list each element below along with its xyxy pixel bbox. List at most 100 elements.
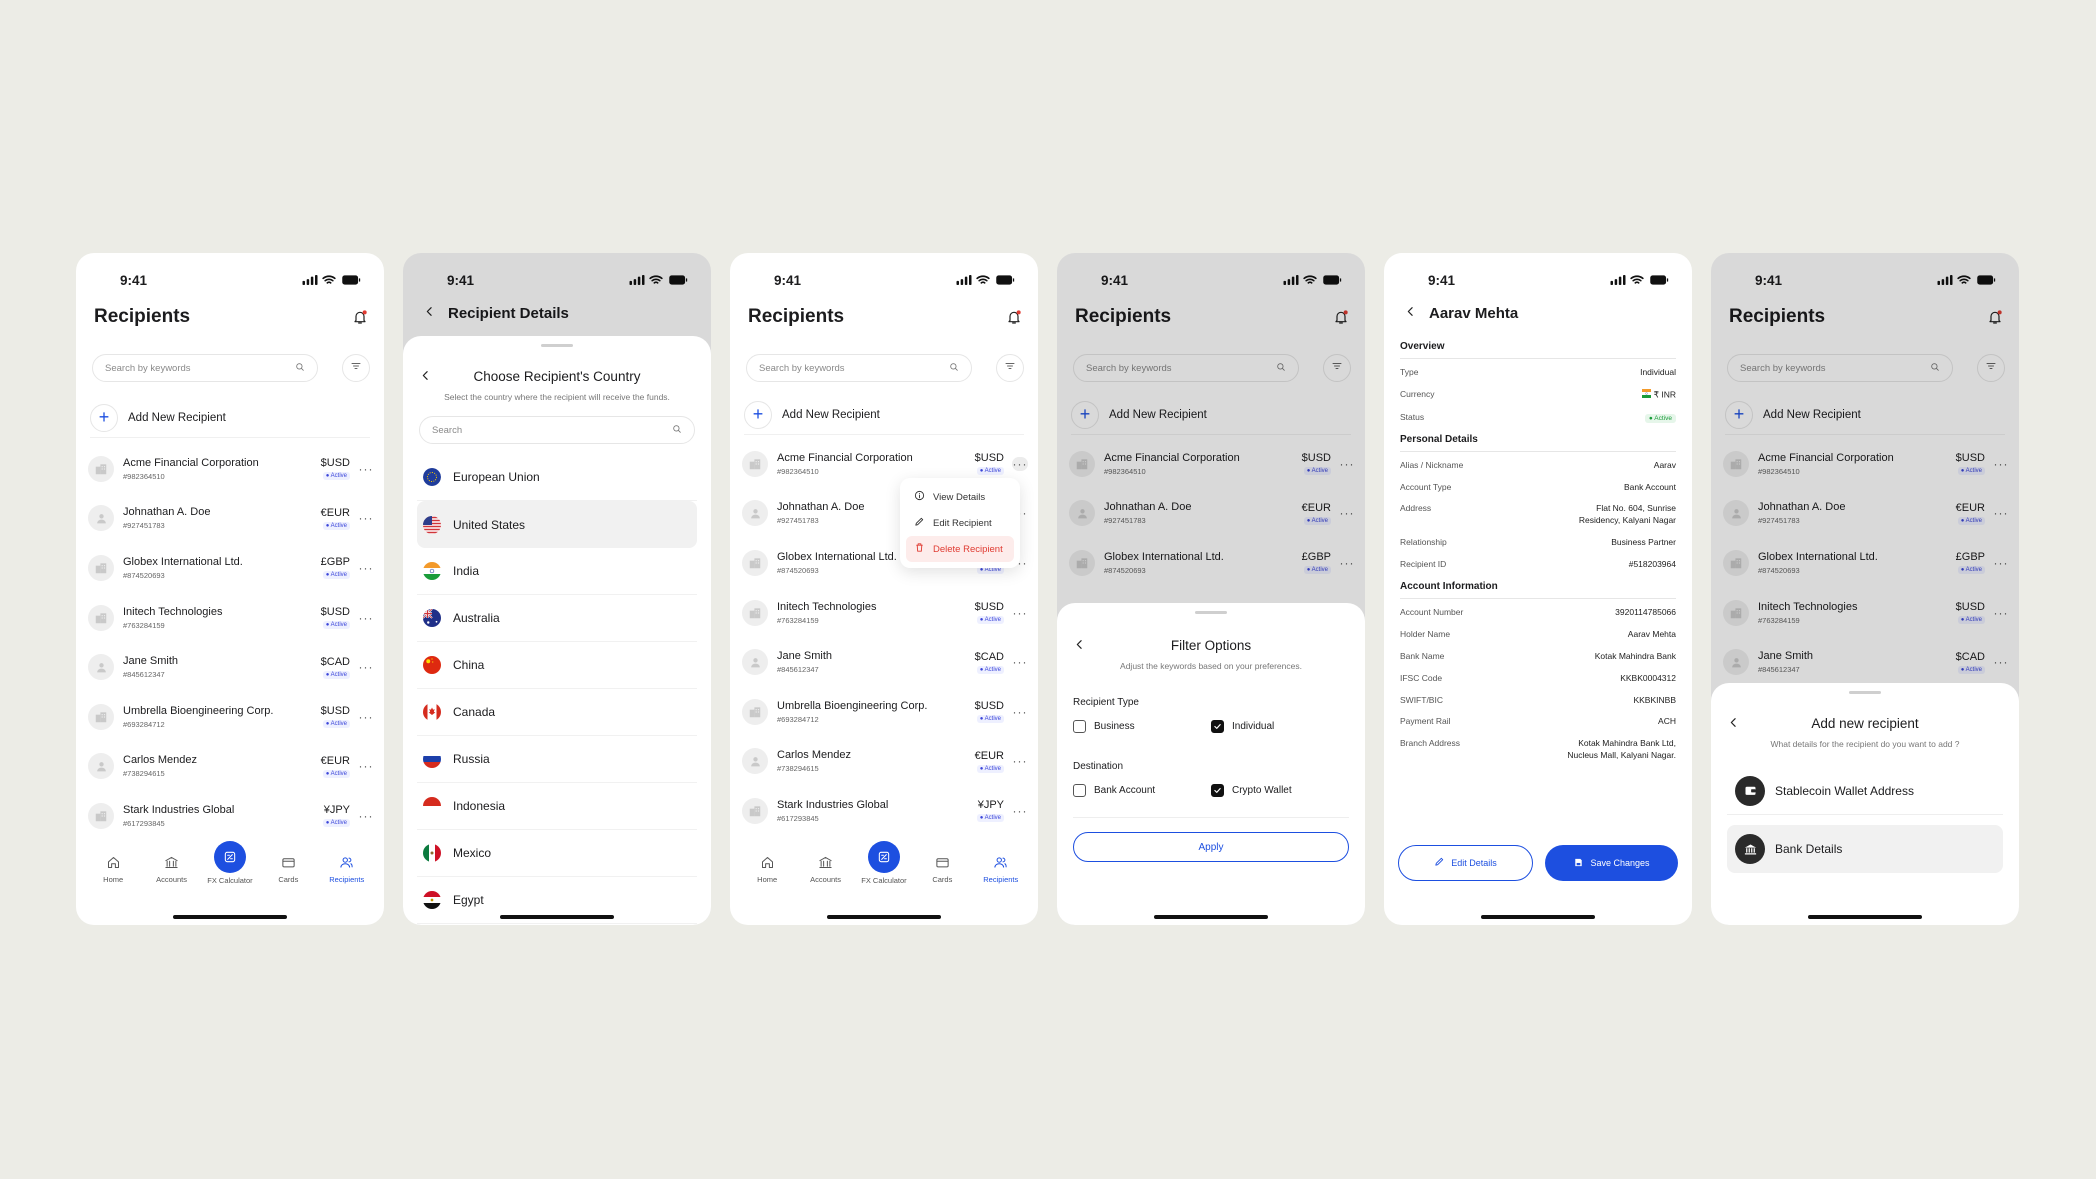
tab-cards[interactable]: Cards	[918, 843, 966, 884]
recipient-row[interactable]: Acme Financial Corporation #982364510 $USD…	[88, 444, 374, 494]
detail-key: Currency	[1400, 388, 1435, 399]
more-options-icon[interactable]: ···	[1012, 705, 1028, 719]
more-options-icon[interactable]: ···	[358, 710, 374, 724]
country-option[interactable]: European Union	[417, 454, 697, 501]
back-chevron-icon[interactable]	[419, 369, 432, 385]
add-new-recipient-button[interactable]: + Add New Recipient	[744, 395, 1024, 435]
building-icon	[742, 450, 768, 477]
filter-checkbox-option[interactable]: Individual	[1211, 720, 1349, 733]
back-chevron-icon[interactable]	[1073, 638, 1086, 654]
notification-bell-icon[interactable]	[352, 309, 368, 330]
sheet-title-text: Filter Options	[1170, 638, 1252, 653]
edit-details-button[interactable]: Edit Details	[1398, 845, 1533, 881]
checkbox-icon[interactable]	[1073, 784, 1086, 797]
more-options-icon[interactable]: ···	[1012, 655, 1028, 669]
option-label: Stablecoin Wallet Address	[1775, 783, 1914, 798]
option-label: Bank Details	[1775, 842, 1843, 856]
status-time: 9:41	[120, 272, 148, 288]
delete-recipient-menu-item[interactable]: Delete Recipient	[906, 536, 1014, 562]
stablecoin-wallet-option[interactable]: Stablecoin Wallet Address	[1727, 767, 2003, 815]
detail-key: Relationship	[1400, 537, 1447, 548]
country-name: European Union	[453, 470, 540, 484]
filter-checkbox-option[interactable]: Bank Account	[1073, 784, 1211, 797]
recipient-id: #874520693	[123, 570, 165, 580]
save-changes-button[interactable]: Save Changes	[1545, 845, 1678, 881]
tab-cards[interactable]: Cards	[264, 843, 312, 884]
menu-item-label: Delete Recipient	[933, 543, 1003, 555]
tab-recipients[interactable]: Recipients	[323, 843, 371, 884]
recipient-row[interactable]: Umbrella Bioengineering Corp. #693284712 $…	[742, 687, 1028, 737]
sheet-handle[interactable]	[1195, 611, 1227, 614]
recipient-row[interactable]: Johnathan A. Doe #927451783 €EUR ● Active ··…	[88, 494, 374, 544]
recipient-row[interactable]: Initech Technologies #763284159 $USD ● Acti…	[742, 588, 1028, 638]
more-options-icon[interactable]: ···	[1012, 754, 1028, 768]
phone-recipient-detail: 9:41 Aarav Mehta Overview Type Individual…	[1384, 253, 1692, 925]
recipient-currency: $USD	[974, 601, 1004, 614]
more-options-icon[interactable]: ···	[358, 759, 374, 773]
search-input[interactable]: Search by keywords	[92, 354, 318, 382]
country-option[interactable]: Australia	[417, 595, 697, 642]
recipient-row[interactable]: Stark Industries Global #617293845 ¥JPY ● A…	[88, 791, 374, 841]
more-options-icon[interactable]: ···	[358, 462, 374, 476]
edit-recipient-menu-item[interactable]: Edit Recipient	[906, 510, 1014, 536]
more-options-icon[interactable]: ···	[358, 561, 374, 575]
country-option[interactable]: India	[417, 548, 697, 595]
more-options-icon[interactable]: ···	[1012, 606, 1028, 620]
flag-icon	[423, 797, 441, 815]
add-new-recipient-button[interactable]: + Add New Recipient	[90, 398, 370, 438]
recipient-id: #763284159	[123, 620, 165, 630]
more-options-icon[interactable]: ···	[1012, 456, 1028, 471]
sheet-handle[interactable]	[1849, 691, 1881, 694]
tab-fx-calculator[interactable]: FX Calculator	[860, 841, 908, 885]
checkbox-icon[interactable]	[1211, 784, 1224, 797]
bank-details-option[interactable]: Bank Details	[1727, 825, 2003, 873]
filter-checkbox-option[interactable]: Business	[1073, 720, 1211, 733]
sheet-handle[interactable]	[541, 344, 573, 347]
building-icon	[742, 599, 768, 626]
country-option[interactable]: Canada	[417, 689, 697, 736]
recipient-row[interactable]: Jane Smith #845612347 $CAD ● Active ···	[88, 642, 374, 692]
more-options-icon[interactable]: ···	[358, 511, 374, 525]
building-icon	[88, 802, 114, 829]
recipient-row[interactable]: Jane Smith #845612347 $CAD ● Active ···	[742, 637, 1028, 687]
more-options-icon[interactable]: ···	[1012, 804, 1028, 818]
country-option[interactable]: Indonesia	[417, 783, 697, 830]
detail-value: ● Active	[1644, 412, 1676, 424]
tab-accounts[interactable]: Accounts	[148, 843, 196, 884]
recipient-row[interactable]: Stark Industries Global #617293845 ¥JPY ● A…	[742, 786, 1028, 836]
more-options-icon[interactable]: ···	[358, 660, 374, 674]
filter-checkbox-option[interactable]: Crypto Wallet	[1211, 784, 1349, 797]
recipient-row[interactable]: Carlos Mendez #738294615 €EUR ● Active ···	[742, 737, 1028, 787]
country-option[interactable]: Mexico	[417, 830, 697, 877]
country-option[interactable]: China	[417, 642, 697, 689]
recipient-currency: $CAD	[974, 650, 1004, 663]
country-option[interactable]: Russia	[417, 736, 697, 783]
tab-fx-calculator[interactable]: FX Calculator	[206, 841, 254, 885]
filter-button[interactable]	[342, 354, 370, 382]
tab-recipients[interactable]: Recipients	[977, 843, 1025, 884]
recipient-row[interactable]: Umbrella Bioengineering Corp. #693284712 $…	[88, 692, 374, 742]
recipient-row[interactable]: Carlos Mendez #738294615 €EUR ● Active ···	[88, 742, 374, 792]
notification-bell-icon[interactable]	[1006, 309, 1022, 330]
back-chevron-icon[interactable]	[1404, 305, 1417, 322]
home-icon	[760, 855, 775, 872]
checkbox-icon[interactable]	[1073, 720, 1086, 733]
detail-row: Address Flat No. 604, Sunrise Residency, K…	[1400, 503, 1676, 527]
recipient-row[interactable]: Globex International Ltd. #874520693 £GBP ●…	[88, 543, 374, 593]
view-details-menu-item[interactable]: View Details	[906, 484, 1014, 510]
apply-button[interactable]: Apply	[1073, 832, 1349, 862]
country-search-input[interactable]: Search	[419, 416, 695, 444]
tab-accounts[interactable]: Accounts	[802, 843, 850, 884]
filter-button[interactable]	[996, 354, 1024, 382]
tab-home[interactable]: Home	[743, 843, 791, 884]
back-chevron-icon[interactable]	[1727, 716, 1740, 732]
more-options-icon[interactable]: ···	[358, 611, 374, 625]
recipient-id: #982364510	[777, 466, 819, 476]
tab-home[interactable]: Home	[89, 843, 137, 884]
search-input[interactable]: Search by keywords	[746, 354, 972, 382]
recipient-row[interactable]: Initech Technologies #763284159 $USD ● Acti…	[88, 593, 374, 643]
detail-value: Flat No. 604, Sunrise Residency, Kalyani …	[1578, 503, 1676, 526]
country-option[interactable]: United States	[417, 501, 697, 548]
checkbox-icon[interactable]	[1211, 720, 1224, 733]
more-options-icon[interactable]: ···	[358, 809, 374, 823]
